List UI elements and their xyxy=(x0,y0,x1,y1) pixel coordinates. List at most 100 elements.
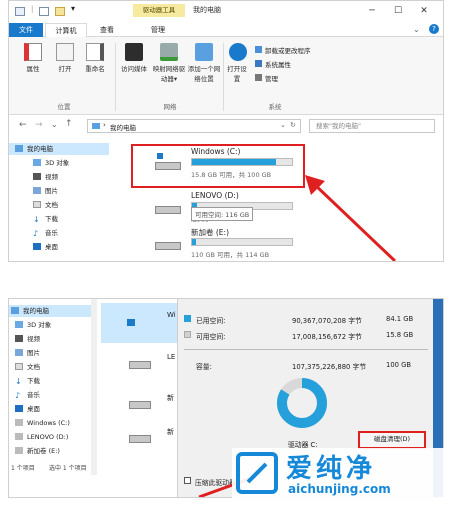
ribbon-divider xyxy=(115,43,116,111)
divider xyxy=(184,349,428,350)
new-folder-icon[interactable] xyxy=(55,7,65,16)
desktop-icon xyxy=(15,405,23,412)
free-space-swatch xyxy=(184,331,191,338)
picture-icon xyxy=(15,349,23,356)
drive-name: 新加卷 (E:) xyxy=(191,228,230,237)
properties-icon[interactable] xyxy=(39,7,49,16)
free-space-bytes: 17,008,156,672 字节 xyxy=(292,333,362,341)
hard-drive-icon xyxy=(15,433,23,440)
compress-checkbox[interactable] xyxy=(184,477,191,484)
chevron-down-icon[interactable]: ⌄ xyxy=(280,121,286,129)
drive-usage-bar xyxy=(191,238,293,246)
aichunjing-logo-icon xyxy=(236,452,278,494)
picture-icon xyxy=(33,187,41,194)
nav-item-this-pc[interactable]: 我的电脑 xyxy=(9,143,109,155)
document-icon xyxy=(15,363,23,370)
search-input[interactable]: 搜索"我的电脑" xyxy=(309,119,435,133)
nav-item-documents[interactable]: 文档 xyxy=(9,199,109,211)
open-settings-button[interactable]: 打开设置 xyxy=(225,43,251,83)
access-media-button[interactable]: 访问媒体 xyxy=(119,43,149,73)
rename-button[interactable]: 重命名 xyxy=(79,43,111,73)
refresh-icon[interactable]: ↻ xyxy=(290,121,296,129)
minimize-button[interactable]: ─ xyxy=(361,5,383,17)
nav-item-music[interactable]: ♪ 音乐 xyxy=(9,227,109,239)
hard-drive-icon xyxy=(155,233,181,251)
drive-tools-tab[interactable]: 驱动器工具 xyxy=(133,4,185,17)
group-label-location: 位置 xyxy=(57,103,71,111)
chevron-down-icon[interactable]: ▾ xyxy=(71,4,75,13)
hard-drive-icon xyxy=(129,435,151,443)
nav-item-pictures[interactable]: 图片 xyxy=(9,347,91,359)
nav-item-drive-d[interactable]: LENOVO (D:) xyxy=(9,431,91,443)
back-arrow-icon[interactable]: ← xyxy=(19,120,27,130)
disk-cleanup-button[interactable]: 磁盘清理(D) xyxy=(358,431,426,449)
video-icon xyxy=(15,335,23,342)
nav-item-music[interactable]: ♪ 音乐 xyxy=(9,389,91,401)
map-network-drive-button[interactable]: 映射网络驱动器▾ xyxy=(151,43,187,83)
manage-button[interactable]: 管理 xyxy=(255,73,278,83)
selected-drive-c[interactable] xyxy=(101,303,177,343)
ribbon: 属性 打开 重命名 位置 访问媒体 映射网络驱动器▾ 添加一个网络位置 网络 打… xyxy=(9,37,443,115)
computer-icon xyxy=(15,145,23,152)
nav-item-drive-e[interactable]: 新加卷 (E:) xyxy=(9,445,91,457)
music-note-icon: ♪ xyxy=(33,229,39,238)
nav-item-pictures[interactable]: 图片 xyxy=(9,185,109,197)
windows-logo-icon xyxy=(127,319,135,326)
tab-view[interactable]: 查看 xyxy=(93,23,121,37)
nav-item-videos[interactable]: 视频 xyxy=(9,171,109,183)
nav-item-videos[interactable]: 视频 xyxy=(9,333,91,345)
tooltip: 可用空间: 116 GB xyxy=(191,207,254,221)
open-icon xyxy=(56,43,74,61)
help-icon[interactable]: ? xyxy=(429,24,439,34)
nav-item-drive-c[interactable]: Windows (C:) xyxy=(9,417,91,429)
red-arrow-icon xyxy=(305,175,397,261)
cube-icon xyxy=(33,159,41,166)
capacity-size: 100 GB xyxy=(386,361,412,369)
desktop-icon xyxy=(33,243,41,250)
video-icon xyxy=(33,173,41,180)
forward-arrow-icon[interactable]: → xyxy=(35,120,43,130)
nav-item-desktop[interactable]: 桌面 xyxy=(9,241,109,253)
gear-icon xyxy=(229,43,247,61)
chevron-down-icon[interactable]: ⌄ xyxy=(51,120,58,129)
explorer-window: | ▾ 驱动器工具 我的电脑 ─ ☐ ✕ 文件 计算机 查看 管理 ⌄ ? 属性… xyxy=(8,0,444,262)
nav-item-3d-objects[interactable]: 3D 对象 xyxy=(9,157,109,169)
nav-item-this-pc[interactable]: 我的电脑 xyxy=(9,305,91,317)
nav-item-desktop[interactable]: 桌面 xyxy=(9,403,91,415)
tab-computer[interactable]: 计算机 xyxy=(45,23,87,37)
checklist-icon xyxy=(24,43,42,61)
status-item-count: 1 个项目 xyxy=(11,465,35,472)
system-properties-button[interactable]: 系统属性 xyxy=(255,59,291,69)
document-icon xyxy=(33,201,41,208)
address-row: ← → ⌄ ↑ › 我的电脑 ⌄ ↻ 搜索"我的电脑" xyxy=(9,116,443,136)
nav-item-downloads[interactable]: ↓ 下载 xyxy=(9,375,91,387)
chevron-down-icon[interactable]: ⌄ xyxy=(413,25,420,34)
nav-item-documents[interactable]: 文档 xyxy=(9,361,91,373)
navigation-pane: 我的电脑 3D 对象 视频 图片 文档 ↓ 下载 ♪ 音乐 桌面 xyxy=(9,139,109,261)
scrollbar[interactable] xyxy=(91,299,97,475)
capacity-bytes: 107,375,226,880 字节 xyxy=(292,363,367,371)
nav-item-3d-objects[interactable]: 3D 对象 xyxy=(9,319,91,331)
drive-usage-fill xyxy=(192,239,196,245)
computer-icon xyxy=(11,307,19,314)
ribbon-tabs: 文件 计算机 查看 管理 ⌄ ? xyxy=(9,23,443,37)
monitor-check-icon xyxy=(255,60,262,67)
capacity-label: 容量: xyxy=(196,363,212,371)
uninstall-programs-button[interactable]: 卸载或更改程序 xyxy=(255,45,311,55)
open-button[interactable]: 打开 xyxy=(51,43,79,73)
drive-label-partial: 新 xyxy=(167,428,174,436)
add-network-location-button[interactable]: 添加一个网络位置 xyxy=(187,43,221,83)
maximize-button[interactable]: ☐ xyxy=(387,5,409,17)
computer-icon xyxy=(15,7,25,16)
nav-item-downloads[interactable]: ↓ 下载 xyxy=(9,213,109,225)
tab-manage[interactable]: 管理 xyxy=(145,23,171,37)
address-bar[interactable]: › 我的电脑 ⌄ ↻ xyxy=(87,119,301,133)
tab-file[interactable]: 文件 xyxy=(9,23,43,37)
network-location-icon xyxy=(195,43,213,61)
close-button[interactable]: ✕ xyxy=(413,5,435,17)
hard-drive-icon xyxy=(15,419,23,426)
manage-icon xyxy=(255,74,262,81)
up-arrow-icon[interactable]: ↑ xyxy=(65,119,73,129)
free-space-size: 15.8 GB xyxy=(386,331,414,339)
properties-button[interactable]: 属性 xyxy=(17,43,49,73)
